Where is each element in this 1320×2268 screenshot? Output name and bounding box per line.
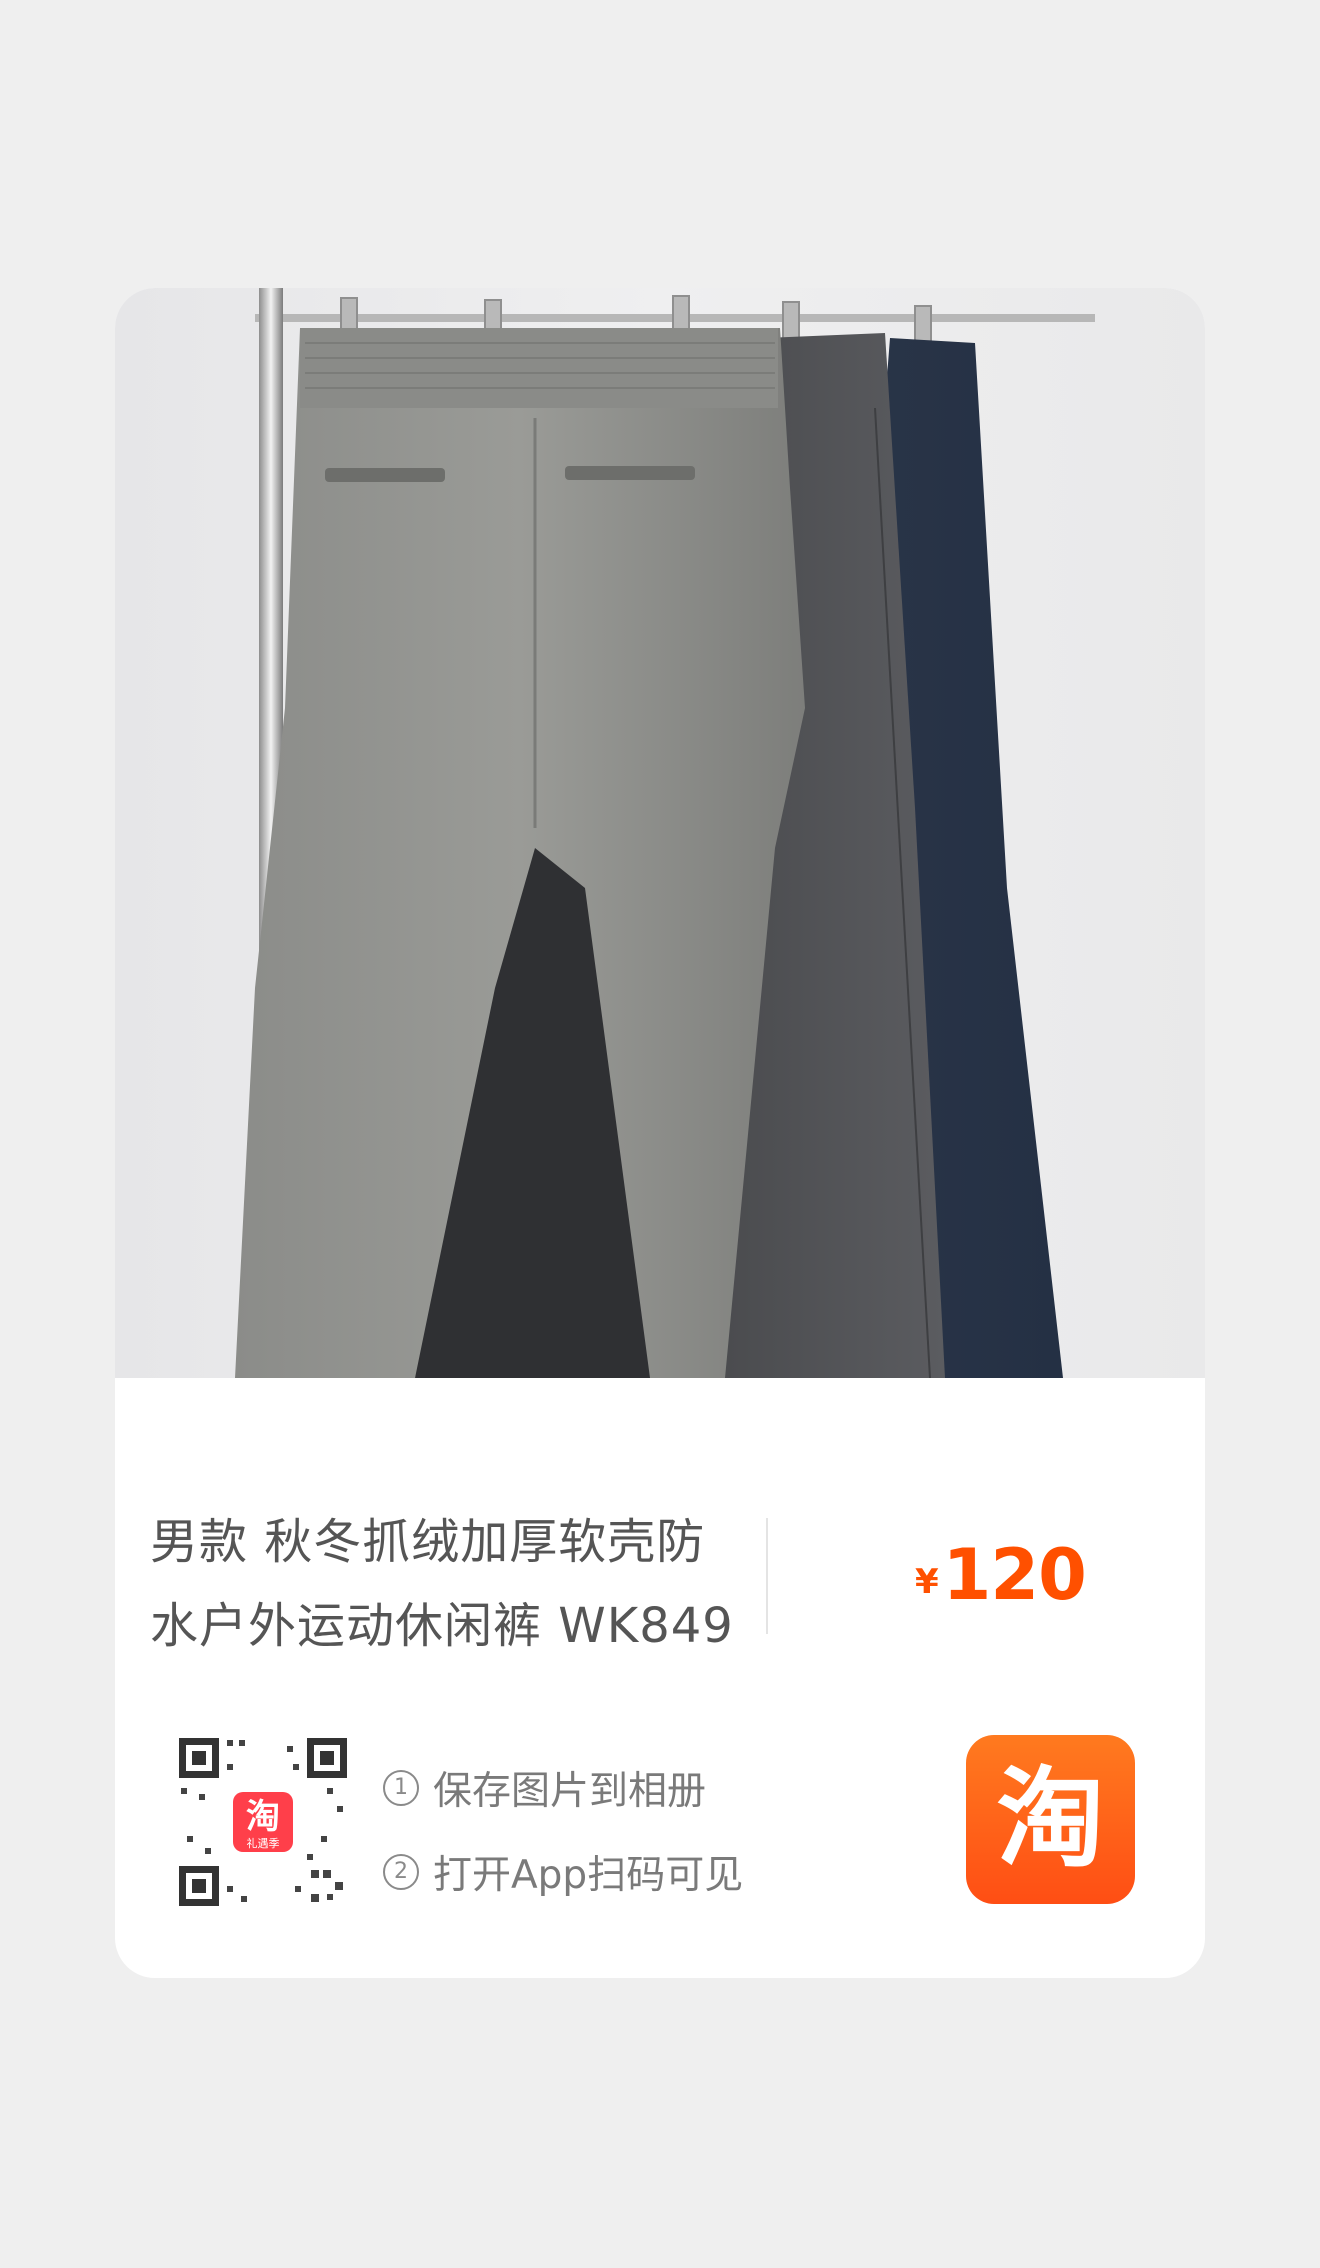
qr-badge-logo: 淘 <box>246 1797 280 1837</box>
qr-code[interactable]: 淘 礼遇季 <box>177 1736 349 1908</box>
product-title-line-1: 男款 秋冬抓绒加厚软壳防 <box>150 1514 706 1570</box>
taobao-app-logo[interactable]: 淘 <box>966 1735 1135 1904</box>
share-card: 男款 秋冬抓绒加厚软壳防 水户外运动休闲裤 WK849 ¥120 淘 礼遇季 1… <box>115 288 1205 1978</box>
product-title[interactable]: 男款 秋冬抓绒加厚软壳防 水户外运动休闲裤 WK849 <box>150 1500 790 1668</box>
instruction-step-1: 1 保存图片到相册 <box>383 1746 743 1830</box>
instruction-step-2: 2 打开App扫码可见 <box>383 1830 743 1914</box>
taobao-logo-icon: 淘 <box>996 1756 1105 1882</box>
step-1-text: 保存图片到相册 <box>433 1769 707 1814</box>
price-amount: 120 <box>942 1534 1087 1616</box>
share-instructions: 1 保存图片到相册 2 打开App扫码可见 <box>383 1746 743 1914</box>
product-price: ¥120 <box>915 1534 1087 1616</box>
product-title-line-2: 水户外运动休闲裤 WK849 <box>150 1598 734 1654</box>
currency-symbol: ¥ <box>915 1562 939 1602</box>
qr-badge-label: 礼遇季 <box>247 1836 280 1850</box>
divider <box>766 1518 768 1634</box>
product-image[interactable] <box>115 288 1205 1378</box>
step-number-2: 2 <box>383 1854 419 1890</box>
step-2-text: 打开App扫码可见 <box>433 1853 744 1898</box>
step-number-1: 1 <box>383 1770 419 1806</box>
